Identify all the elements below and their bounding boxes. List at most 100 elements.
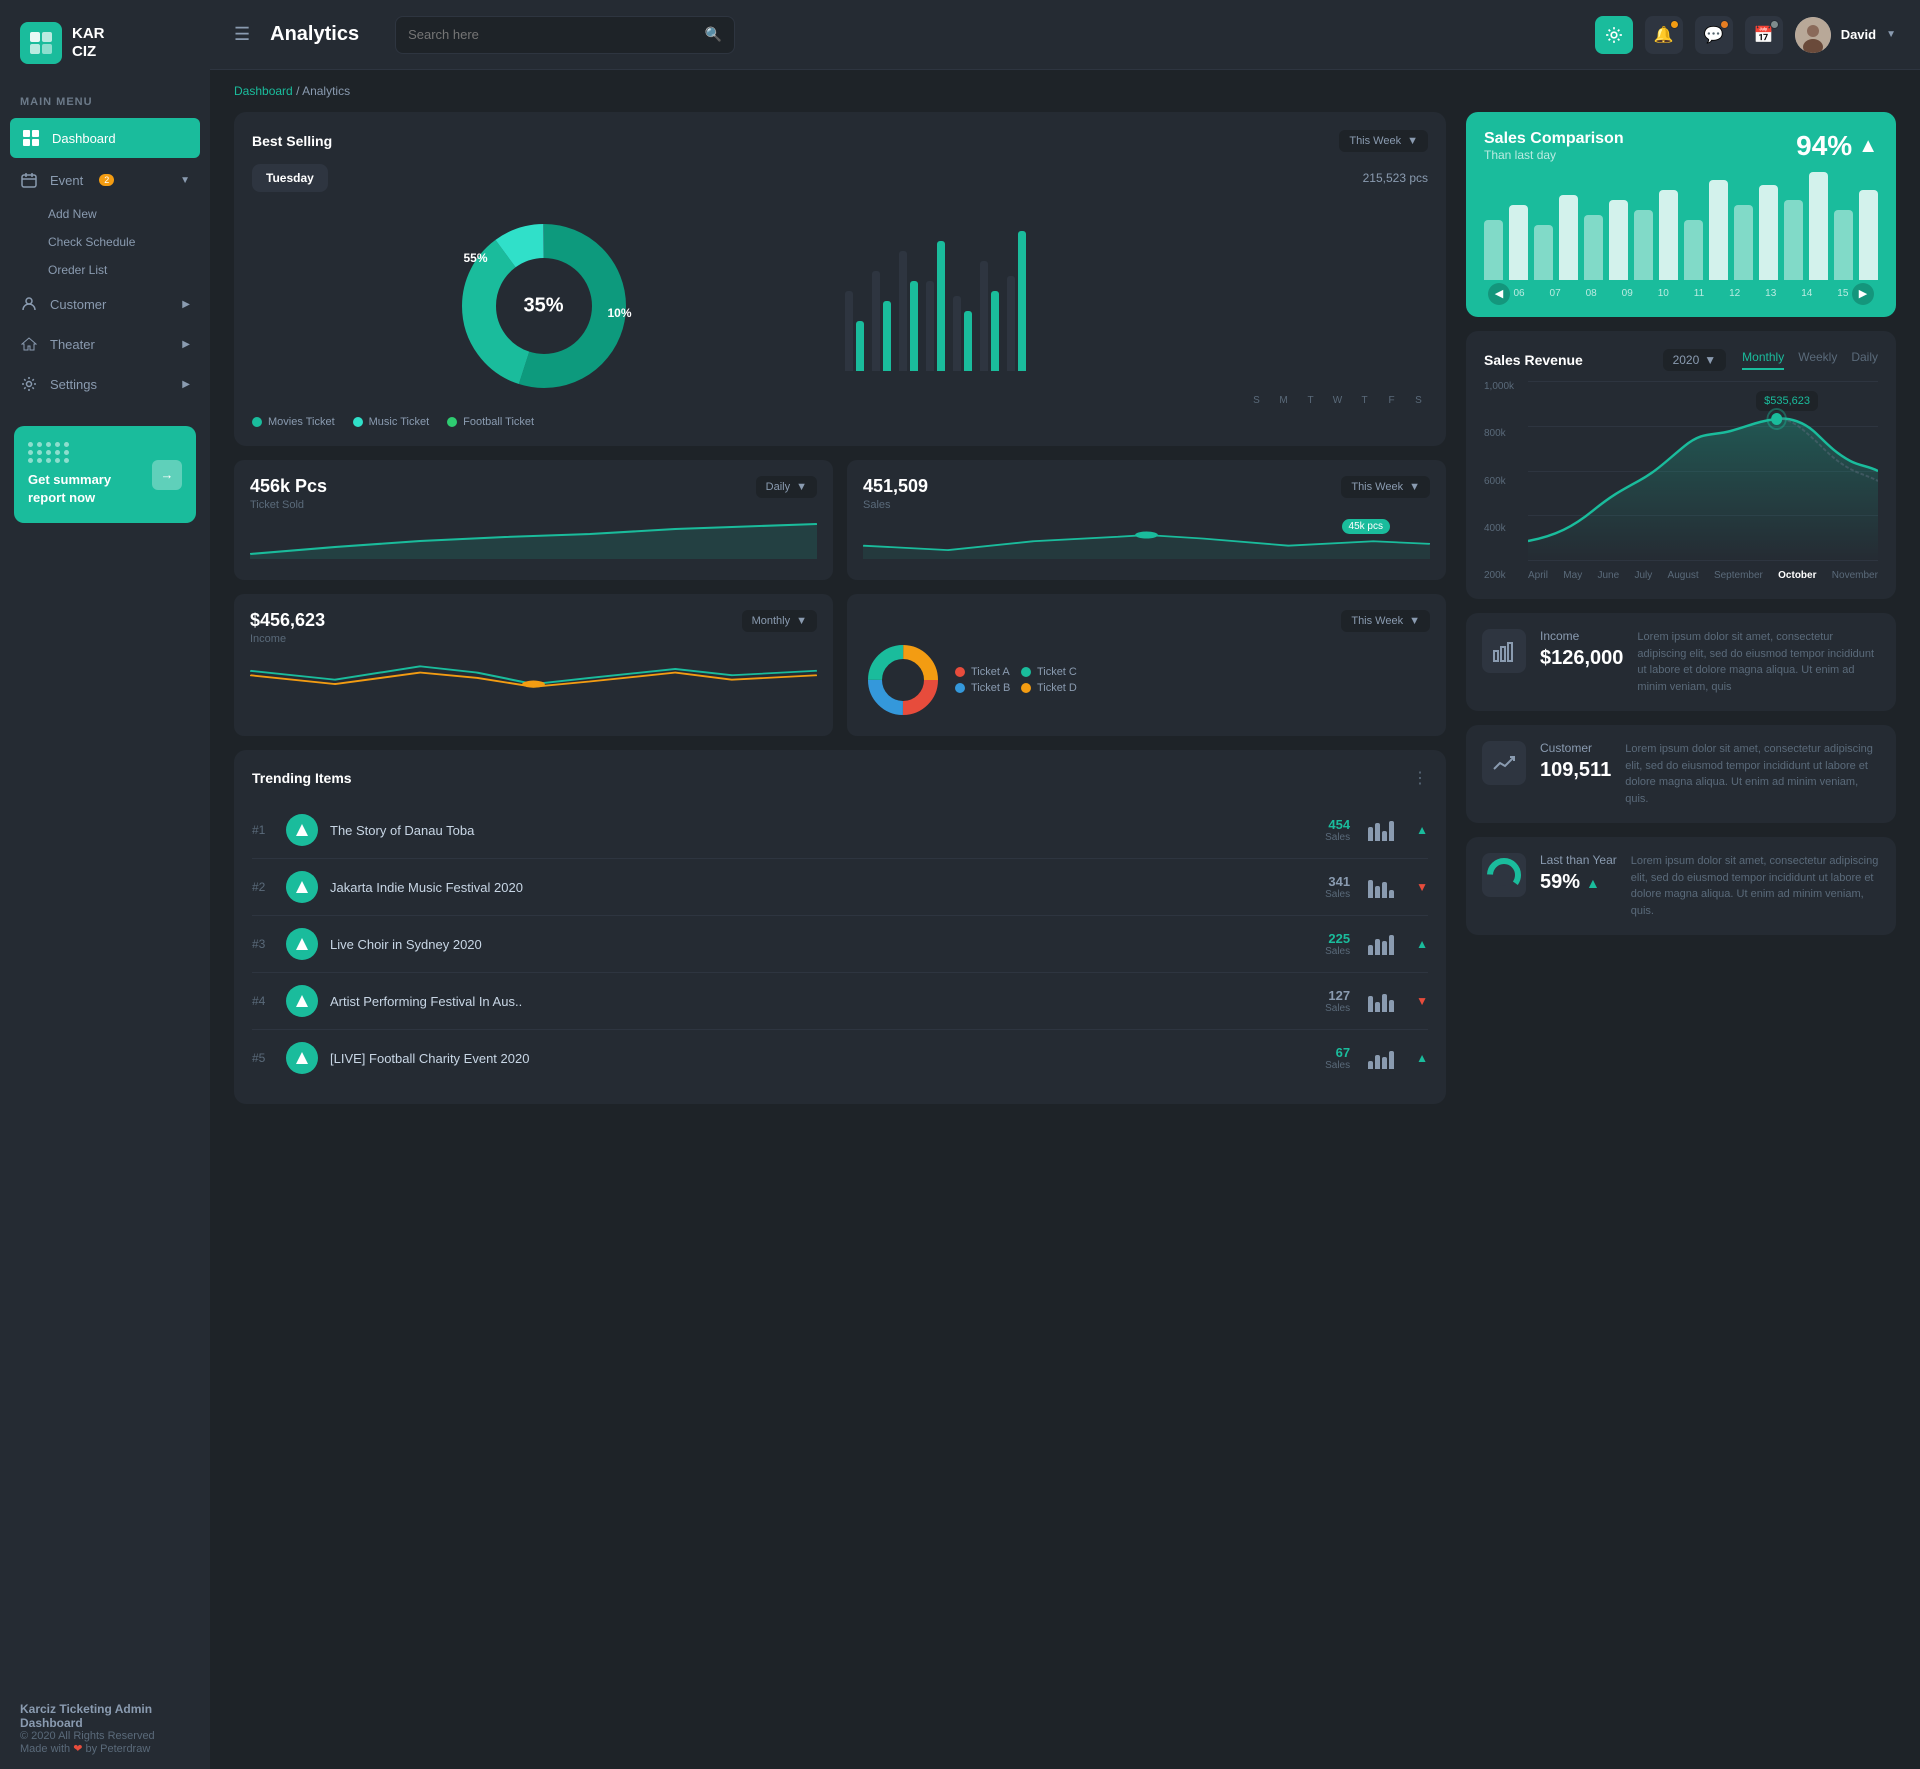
left-column: Best Selling This Week ▼ Tuesday 215,523… (234, 112, 1446, 1745)
message-btn[interactable]: 💬 (1695, 16, 1733, 54)
search-input[interactable] (408, 27, 705, 42)
person-icon (20, 295, 38, 313)
sales-header: 451,509 Sales This Week ▼ (863, 476, 1430, 511)
revenue-chart-area: $535,623 (1528, 381, 1878, 581)
event-sub-items: Add New Check Schedule Oreder List (0, 200, 210, 284)
legend-movies: Movies Ticket (252, 416, 335, 428)
sidebar-item-add-new[interactable]: Add New (48, 200, 210, 228)
sidebar-customer-label: Customer (50, 297, 106, 312)
user-info[interactable]: David ▼ (1795, 17, 1896, 53)
sidebar-footer: Karciz Ticketing Admin Dashboard © 2020 … (0, 1688, 210, 1769)
settings-action-btn[interactable] (1595, 16, 1633, 54)
last-year-stat-info: Last than Year 59% ▲ (1540, 853, 1617, 894)
table-row: #3 Live Choir in Sydney 2020 225 Sales (252, 916, 1428, 973)
sales-nav-right[interactable]: ▶ (1852, 283, 1874, 305)
ticket-sold-period[interactable]: Daily ▼ (756, 476, 817, 498)
calendar-btn[interactable]: 📅 (1745, 16, 1783, 54)
tickets-chevron-icon: ▼ (1409, 615, 1420, 627)
sidebar-item-customer[interactable]: Customer ▶ (0, 284, 210, 324)
sidebar-item-dashboard[interactable]: Dashboard (10, 118, 200, 158)
hamburger-menu[interactable]: ☰ (234, 24, 250, 45)
bar-group-5 (953, 296, 972, 371)
table-row: #5 [LIVE] Football Charity Event 2020 67… (252, 1030, 1428, 1086)
tickets-period[interactable]: This Week ▼ (1341, 610, 1430, 632)
user-chevron-icon: ▼ (1886, 29, 1896, 40)
ticket-sold-graph (250, 519, 817, 564)
sales-bar (1634, 210, 1653, 280)
tab-daily[interactable]: Daily (1851, 350, 1878, 370)
year-select[interactable]: 2020 ▼ (1663, 349, 1727, 371)
stat-cards: 456k Pcs Ticket Sold Daily ▼ (234, 460, 1446, 736)
sales-value: 451,509 (863, 476, 928, 497)
theater-arrow: ▶ (182, 339, 190, 350)
sidebar-item-settings[interactable]: Settings ▶ (0, 364, 210, 404)
breadcrumb-parent[interactable]: Dashboard (234, 84, 293, 98)
income-bar-icon (1482, 629, 1526, 673)
sidebar-settings-label: Settings (50, 377, 97, 392)
ticket-sold-label: Ticket Sold (250, 499, 327, 511)
income-stat-desc: Lorem ipsum dolor sit amet, consectetur … (1637, 629, 1880, 695)
sales-bar (1559, 195, 1578, 280)
sales-bar (1509, 205, 1528, 280)
income-value: $456,623 (250, 610, 325, 631)
customer-trend-icon (1482, 741, 1526, 785)
trend-arrow-4: ▼ (1416, 994, 1428, 1008)
trend-icon-5 (286, 1042, 318, 1074)
tickets-legend: Ticket A Ticket C Ticket B (955, 666, 1077, 694)
trend-sales-5: 67 Sales (1325, 1045, 1350, 1071)
sales-comp-title: Sales Comparison (1484, 130, 1624, 148)
sidebar-item-theater[interactable]: Theater ▶ (0, 324, 210, 364)
summary-banner[interactable]: Get summary report now → (14, 426, 196, 523)
trending-more-menu[interactable]: ⋮ (1412, 768, 1428, 788)
sidebar-item-check-schedule[interactable]: Check Schedule (48, 228, 210, 256)
trend-sales-3: 225 Sales (1325, 931, 1350, 957)
bar-group-3 (899, 251, 918, 371)
last-year-stat-box: Last than Year 59% ▲ Lorem ipsum dolor s… (1466, 837, 1896, 935)
income-chevron-icon: ▼ (796, 615, 807, 627)
bar-chart-section: S M T W T F S (845, 206, 1428, 406)
sales-bar (1759, 185, 1778, 280)
bar-teal (856, 321, 864, 371)
home-icon (20, 335, 38, 353)
sales-chart (1484, 170, 1878, 280)
bell-badge (1670, 20, 1679, 29)
trend-arrow-5: ▲ (1416, 1051, 1428, 1065)
search-icon: 🔍 (705, 26, 722, 43)
breadcrumb: Dashboard / Analytics (210, 70, 1920, 112)
tab-weekly[interactable]: Weekly (1798, 350, 1837, 370)
bell-btn[interactable]: 🔔 (1645, 16, 1683, 54)
best-selling-period[interactable]: This Week ▼ (1339, 130, 1428, 152)
bar-group-6 (980, 261, 999, 371)
banner-text: Get summary report now (28, 471, 152, 507)
sidebar-item-event[interactable]: Dashboard Event 2 ▼ (0, 160, 210, 200)
banner-arrow-btn[interactable]: → (152, 460, 182, 490)
sidebar-theater-label: Theater (50, 337, 95, 352)
sales-period[interactable]: This Week ▼ (1341, 476, 1430, 498)
table-row: #4 Artist Performing Festival In Aus.. 1… (252, 973, 1428, 1030)
trending-header: Trending Items ⋮ (252, 768, 1428, 788)
sales-bar (1859, 190, 1878, 280)
chevron-icon: ▼ (796, 481, 807, 493)
logo-icon (20, 22, 62, 64)
trend-arrow-2: ▼ (1416, 880, 1428, 894)
sparkline-2 (1368, 876, 1398, 898)
tickets-donut-header: This Week ▼ (863, 610, 1430, 632)
main-menu-label: Main Menu (0, 86, 210, 116)
legend: Movies Ticket Music Ticket Football Tick… (252, 416, 1428, 428)
sales-bar (1734, 205, 1753, 280)
sparkline-5 (1368, 1047, 1398, 1069)
tickets-donut-card: This Week ▼ (847, 594, 1446, 736)
income-period[interactable]: Monthly ▼ (742, 610, 817, 632)
tab-monthly[interactable]: Monthly (1742, 350, 1784, 370)
revenue-header: Sales Revenue 2020 ▼ Monthly Weekly Dail… (1484, 349, 1878, 371)
heart-icon: ❤ (73, 1743, 82, 1755)
trending-section: Trending Items ⋮ #1 The Story of Danau T… (234, 750, 1446, 1104)
ticket-sold-value: 456k Pcs (250, 476, 327, 497)
ticket-a-dot (955, 667, 965, 677)
sales-nav-left[interactable]: ◀ (1488, 283, 1510, 305)
income-stat-box: Income $126,000 Lorem ipsum dolor sit am… (1466, 613, 1896, 711)
year-chevron-icon: ▼ (1704, 353, 1716, 367)
sidebar-item-order-list[interactable]: Oreder List (48, 256, 210, 284)
day-badge: Tuesday (252, 164, 328, 192)
sidebar-dashboard-label: Dashboard (52, 131, 116, 146)
